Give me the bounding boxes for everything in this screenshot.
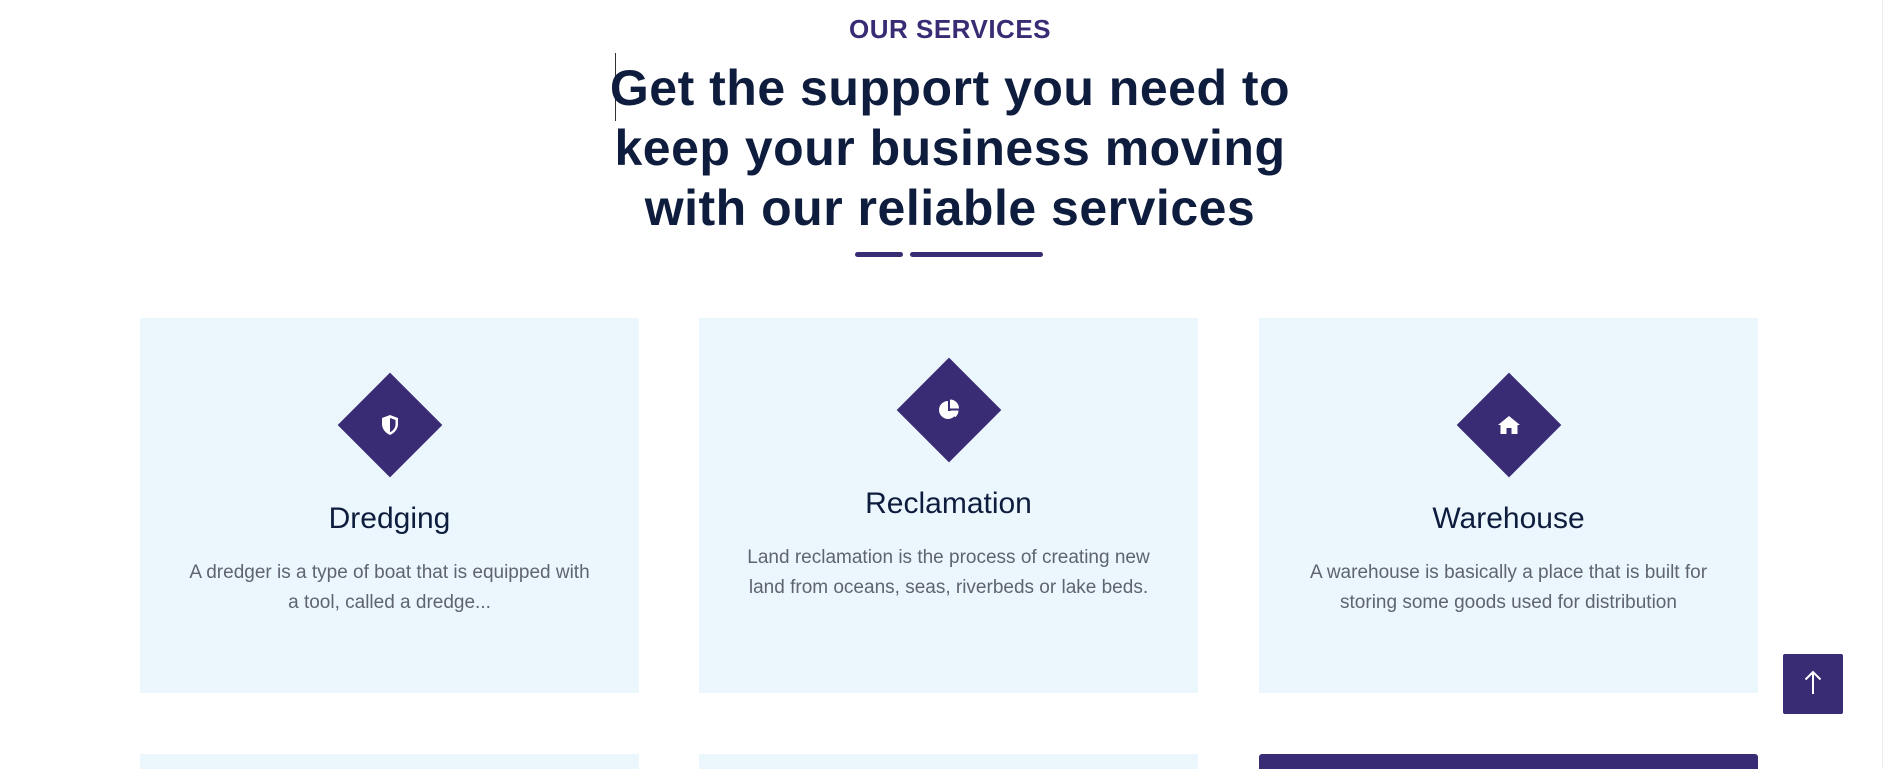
services-section: OUR SERVICES Get the support you need to… (0, 0, 1900, 769)
service-icon-badge (337, 372, 442, 478)
service-title[interactable]: Reclamation (699, 487, 1198, 521)
heading-line-1: Get the support you need to (609, 60, 1291, 116)
service-description: Land reclamation is the process of creat… (747, 547, 1150, 598)
service-icon-badge (896, 357, 1001, 463)
section-eyebrow: OUR SERVICES (848, 14, 1051, 44)
heading-divider-short (855, 252, 903, 257)
service-title[interactable]: Dredging (140, 502, 639, 536)
service-card-next-row-1[interactable] (140, 754, 639, 769)
service-description: A dredger is a type of boat that is equi… (189, 562, 590, 613)
service-card-next-row-3[interactable] (1259, 754, 1758, 769)
service-card-warehouse[interactable]: Warehouse A warehouse is basically a pla… (1259, 318, 1758, 693)
service-card-reclamation[interactable]: Reclamation Land reclamation is the proc… (699, 318, 1198, 693)
arrow-up-icon (1802, 670, 1824, 699)
home-icon (1472, 388, 1546, 462)
heading-line-3: with our reliable services (644, 180, 1256, 236)
shield-icon (353, 388, 427, 462)
heading-divider-long (910, 252, 1043, 257)
scroll-to-top-button[interactable] (1783, 654, 1843, 714)
service-card-next-row-2[interactable] (699, 754, 1198, 769)
page-scrollbar-track[interactable] (1882, 0, 1900, 769)
service-title[interactable]: Warehouse (1259, 502, 1758, 536)
service-card-dredging[interactable]: Dredging A dredger is a type of boat tha… (140, 318, 639, 693)
service-description: A warehouse is basically a place that is… (1309, 562, 1708, 613)
heading-line-2: keep your business moving (614, 120, 1286, 176)
service-icon-badge (1456, 372, 1561, 478)
section-heading: Get the support you need to keep your bu… (590, 58, 1310, 238)
pie-chart-icon (912, 373, 986, 447)
